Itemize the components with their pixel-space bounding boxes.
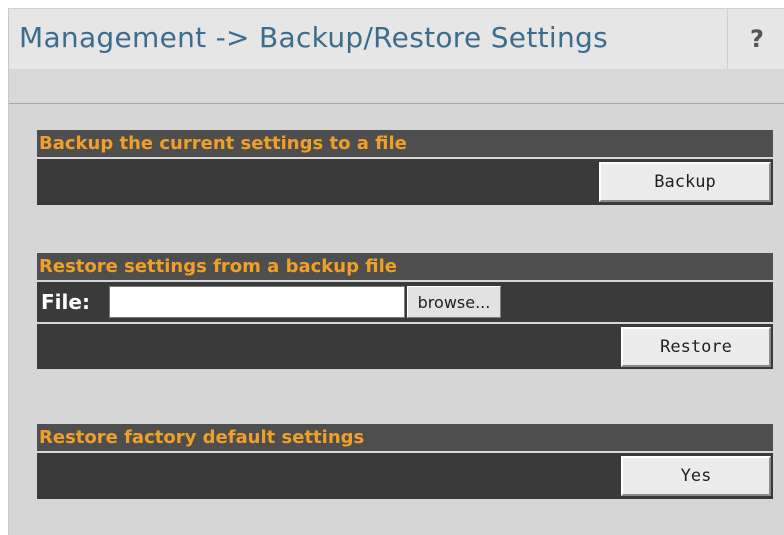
file-path-input[interactable] (109, 286, 405, 318)
backup-row: Backup (37, 157, 773, 205)
page-title: Management -> Backup/Restore Settings (19, 21, 608, 54)
restore-button[interactable]: Restore (621, 327, 771, 367)
help-button[interactable]: ? (727, 9, 784, 69)
restore-section: Restore settings from a backup file File… (37, 253, 773, 369)
factory-reset-row: Yes (37, 451, 773, 499)
file-label: File: (41, 290, 90, 314)
help-icon: ? (750, 25, 764, 53)
backup-section-heading: Backup the current settings to a file (37, 130, 773, 157)
title-bar: Management -> Backup/Restore Settings ? (9, 8, 784, 70)
factory-reset-heading: Restore factory default settings (37, 424, 773, 451)
factory-reset-section: Restore factory default settings Yes (37, 424, 773, 499)
sub-header-bar (9, 69, 784, 104)
yes-button[interactable]: Yes (621, 456, 771, 496)
restore-action-row: Restore (37, 322, 773, 369)
page-frame: Management -> Backup/Restore Settings ? … (8, 8, 784, 535)
browse-button[interactable]: browse... (407, 286, 501, 318)
restore-section-heading: Restore settings from a backup file (37, 253, 773, 280)
backup-button[interactable]: Backup (599, 162, 771, 202)
backup-section: Backup the current settings to a file Ba… (37, 130, 773, 205)
restore-file-row: File: browse... (37, 280, 773, 322)
